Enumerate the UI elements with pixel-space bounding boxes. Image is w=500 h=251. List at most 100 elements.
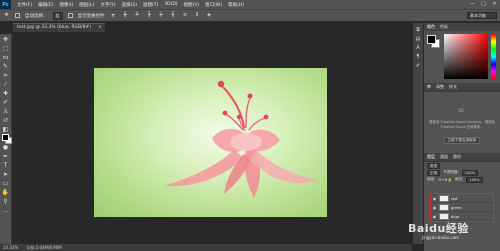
window-controls: — □ ✕: [469, 1, 498, 7]
align-top-icon[interactable]: ┳: [110, 12, 117, 19]
fill-input[interactable]: 100%: [466, 176, 483, 183]
maximize-button[interactable]: □: [480, 1, 487, 7]
auto-select-dropdown[interactable]: 组: [52, 11, 63, 20]
menu-window[interactable]: 窗口(W): [205, 2, 222, 8]
eraser-tool-icon[interactable]: ◧: [1, 126, 10, 134]
menu-edit[interactable]: 编辑(E): [38, 2, 53, 8]
eye-icon[interactable]: ◉: [432, 196, 437, 201]
tab-paths[interactable]: 路径: [453, 154, 461, 160]
paragraph-panel-icon[interactable]: ¶: [415, 54, 422, 60]
lasso-tool-icon[interactable]: ᔓ: [1, 54, 10, 62]
blend-mode-dropdown[interactable]: 正常: [427, 169, 441, 176]
opacity-label: 不透明度:: [443, 170, 459, 174]
layer-row-red[interactable]: ◉ red: [431, 194, 493, 203]
character-panel-icon[interactable]: A: [415, 45, 422, 51]
foreground-color-swatch[interactable]: [2, 134, 9, 141]
more-tools-icon[interactable]: …: [1, 207, 10, 215]
pen-tool-icon[interactable]: ✒: [1, 153, 10, 161]
blend-row: 正常 不透明度: 100%: [424, 169, 500, 176]
brush-tool-icon[interactable]: ✐: [1, 99, 10, 107]
layers-panel-tabs: 图层 通道 路径: [424, 153, 500, 161]
tab-channels[interactable]: 通道: [440, 154, 448, 160]
type-tool-icon[interactable]: T: [1, 162, 10, 170]
creative-cloud-icon: ∞: [457, 106, 465, 116]
hue-slider[interactable]: [491, 34, 496, 79]
quick-select-tool-icon[interactable]: ✎: [1, 63, 10, 71]
watermark-logo-text: Baidu经验: [408, 222, 469, 235]
layer-kind-dropdown[interactable]: 类型: [427, 162, 441, 169]
layer-thumbnail: [439, 194, 449, 202]
flower-image[interactable]: [94, 68, 327, 217]
layer-row-blue[interactable]: ◉ blue: [431, 212, 493, 221]
history-panel-icon[interactable]: ⧉: [415, 27, 422, 33]
menu-view[interactable]: 视图(V): [184, 2, 200, 8]
canvas-area[interactable]: [13, 33, 413, 244]
clone-stamp-icon[interactable]: ♙: [1, 108, 10, 116]
menu-type[interactable]: 文字(Y): [100, 2, 115, 8]
tab-styles[interactable]: 样式: [449, 84, 457, 90]
layer-row-green[interactable]: ◉ green: [431, 203, 493, 212]
close-tab-icon[interactable]: ×: [98, 24, 102, 32]
auto-select-checkbox[interactable]: [15, 13, 20, 18]
menu-file[interactable]: 文件(F): [17, 2, 32, 8]
document-title: test.jpg @ 33.3% (blue, RGB/8#): [17, 25, 92, 30]
crop-tool-icon[interactable]: ⌗: [1, 72, 10, 80]
download-app-button[interactable]: 立即下载应用程序: [444, 137, 480, 144]
align-middle-icon[interactable]: ╋: [122, 12, 129, 19]
opacity-input[interactable]: 100%: [461, 169, 479, 176]
path-select-icon[interactable]: ➤: [1, 171, 10, 179]
menu-select[interactable]: 选择(S): [122, 2, 137, 8]
menu-image[interactable]: 图像(I): [59, 2, 73, 8]
menu-help[interactable]: 帮助(H): [228, 2, 244, 8]
layer-filter-row: 类型: [424, 162, 500, 169]
menu-bar: Ps 文件(F) 编辑(E) 图像(I) 图层(L) 文字(Y) 选择(S) 滤…: [0, 0, 500, 9]
lock-row: 锁定: ⊡✎✥🔒 填充: 100%: [424, 176, 500, 183]
distribute-h-icon[interactable]: ⫴: [194, 12, 201, 19]
healing-brush-icon[interactable]: ✚: [1, 90, 10, 98]
collapsed-panels-column: ⧉ ▤ A ¶ ✐: [413, 23, 423, 244]
align-left-icon[interactable]: ┣: [146, 12, 153, 19]
3d-mode-icon[interactable]: ◈: [206, 12, 213, 19]
zoom-level[interactable]: 33.33%: [3, 244, 18, 251]
minimize-button[interactable]: —: [469, 1, 476, 7]
tab-libraries[interactable]: 库: [427, 84, 431, 90]
eye-icon[interactable]: ◉: [432, 214, 437, 219]
libraries-message: 要使用 Creative Cloud Libraries，请安装 Creativ…: [429, 120, 495, 129]
menu-layer[interactable]: 图层(L): [79, 2, 94, 8]
eye-icon[interactable]: ◉: [432, 205, 437, 210]
dodge-tool-icon[interactable]: ●: [1, 144, 10, 152]
move-tool-icon[interactable]: ✥: [1, 36, 10, 44]
move-tool-icon[interactable]: ✥: [3, 12, 10, 19]
brush-panel-icon[interactable]: ✐: [415, 63, 422, 69]
close-window-button[interactable]: ✕: [491, 1, 498, 7]
eyedropper-icon[interactable]: ⁄: [1, 81, 10, 89]
layer-thumbnail: [439, 203, 449, 211]
tab-color[interactable]: 颜色: [427, 24, 435, 30]
history-brush-icon[interactable]: ↺: [1, 117, 10, 125]
distribute-icon[interactable]: ≡: [182, 12, 189, 19]
baidu-watermark: Baidu经验 jingyan.baidu.com: [408, 222, 478, 246]
workspace-dropdown[interactable]: 基本功能: [467, 12, 497, 19]
document-tab[interactable]: test.jpg @ 33.3% (blue, RGB/8#) ×: [13, 23, 105, 32]
align-right-icon[interactable]: ┫: [170, 12, 177, 19]
lock-icon[interactable]: ⊡✎✥🔒: [438, 178, 452, 182]
shape-tool-icon[interactable]: ▭: [1, 180, 10, 188]
tab-swatches[interactable]: 色板: [440, 24, 448, 30]
show-transform-checkbox[interactable]: [67, 13, 73, 18]
panel-foreground-swatch[interactable]: [427, 35, 436, 44]
zoom-tool-icon[interactable]: ⚲: [1, 198, 10, 206]
marquee-tool-icon[interactable]: ⬚: [1, 45, 10, 53]
menu-filter[interactable]: 滤镜(T): [143, 2, 158, 8]
align-bottom-icon[interactable]: ┻: [134, 12, 141, 19]
flower-illustration: [164, 80, 319, 198]
properties-panel-icon[interactable]: ▤: [415, 36, 422, 42]
options-bar: ✥ 自动选择： 组 显示变换控件 ┳ ╋ ┻ ┣ ┿ ┫ ≡ ⫴ ◈ 基本功能: [0, 9, 500, 22]
color-picker-field[interactable]: [444, 34, 488, 79]
tab-adjustments[interactable]: 调整: [436, 84, 444, 90]
layer-list: ◉ red ◉ green ◉ blue: [430, 193, 494, 222]
tab-layers[interactable]: 图层: [427, 154, 435, 160]
align-center-icon[interactable]: ┿: [158, 12, 165, 19]
menu-3d[interactable]: 3D(D): [164, 2, 177, 7]
hand-tool-icon[interactable]: ✋: [1, 189, 10, 197]
libraries-panel-tabs: 库 调整 样式: [424, 83, 500, 91]
